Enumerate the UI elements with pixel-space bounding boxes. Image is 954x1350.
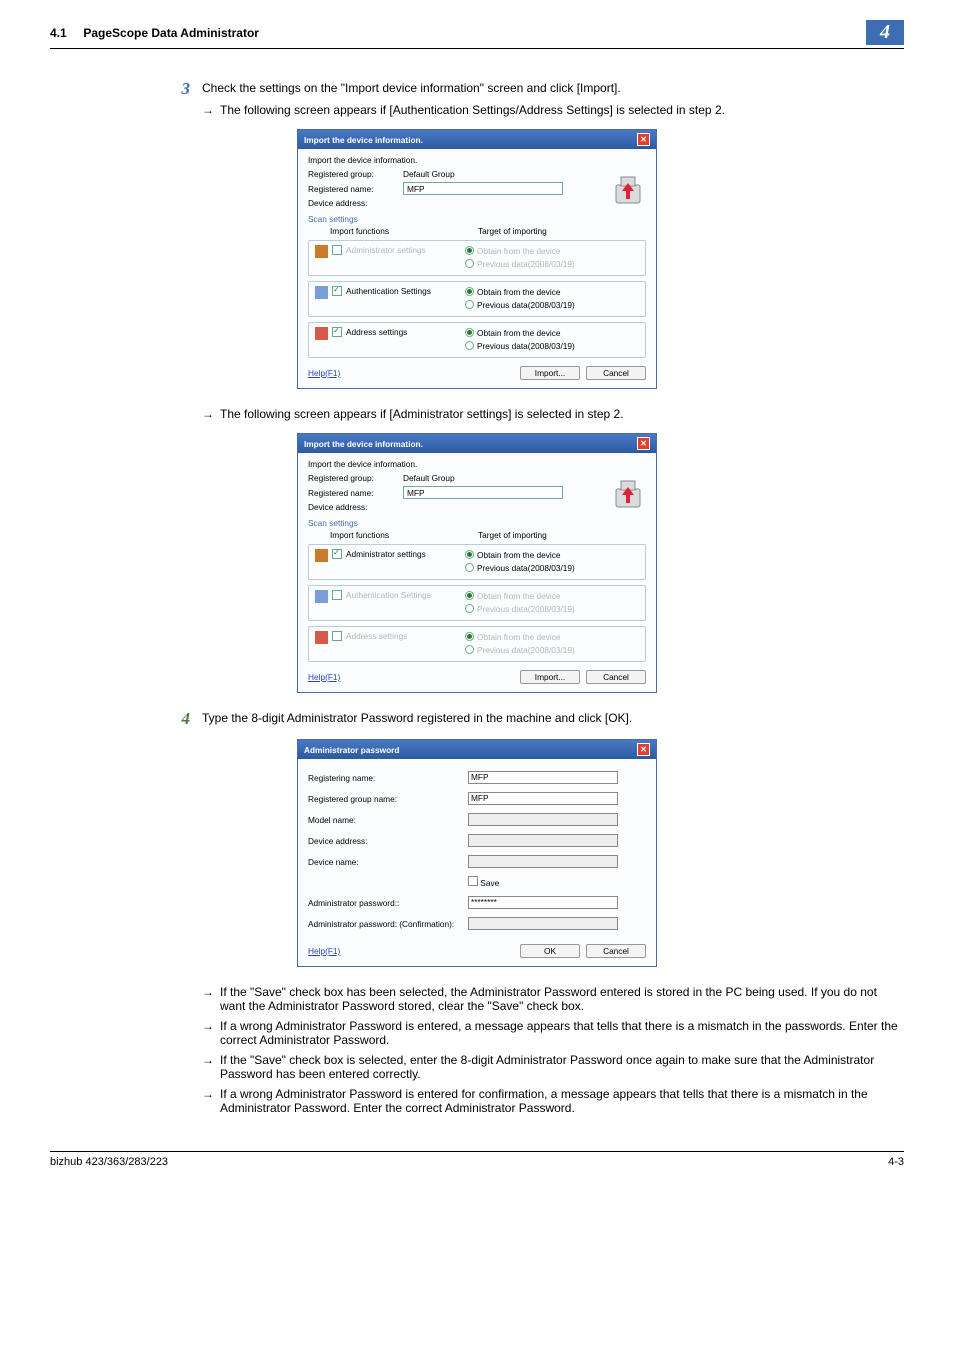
addr-settings-label: Address settings: [346, 327, 407, 337]
cancel-button[interactable]: Cancel: [586, 366, 646, 380]
import-button[interactable]: Import...: [520, 670, 580, 684]
addr-icon: [315, 327, 328, 340]
admin-settings-label: Administrator settings: [346, 245, 426, 255]
help-link[interactable]: Help(F1): [308, 946, 340, 956]
admin-prev-radio[interactable]: [465, 563, 474, 572]
close-icon[interactable]: ✕: [637, 743, 650, 756]
admin-settings-label: Administrator settings: [346, 549, 426, 559]
dialog-title: Import the device information.: [304, 439, 423, 449]
step-4-bullet: →If a wrong Administrator Password is en…: [202, 1087, 904, 1115]
registering-name-label: Registering name:: [308, 773, 468, 783]
step-4-bullet: →If the "Save" check box has been select…: [202, 985, 904, 1013]
addr-prev-radio[interactable]: [465, 341, 474, 350]
printer-icon: [612, 477, 644, 513]
auth-prev-radio[interactable]: [465, 300, 474, 309]
admin-prev-radio: [465, 259, 474, 268]
auth-icon: [315, 286, 328, 299]
section-no: 4.1: [50, 26, 67, 40]
footer-model: bizhub 423/363/283/223: [50, 1156, 168, 1168]
reg-group-value: Default Group: [403, 169, 646, 179]
admin-checkbox: [332, 245, 342, 255]
dialog-subtitle: Import the device information.: [308, 459, 646, 469]
chapter-badge: 4: [866, 20, 904, 45]
footer-page: 4-3: [888, 1156, 904, 1168]
admin-pwd-label: Administrator password::: [308, 898, 468, 908]
admin-pwd-input[interactable]: ********: [468, 896, 618, 909]
import-dialog-admin: Import the device information. ✕ Import …: [297, 433, 657, 693]
registered-group-label: Registered group name:: [308, 794, 468, 804]
arrow-icon: →: [202, 1019, 214, 1033]
dialog-title: Import the device information.: [304, 135, 423, 145]
printer-icon: [612, 173, 644, 209]
save-label: Save: [480, 878, 499, 888]
arrow-icon: →: [202, 985, 214, 999]
addr-checkbox[interactable]: [332, 327, 342, 337]
admin-pwd-confirm-label: Administrator password: (Confirmation):: [308, 919, 468, 929]
reg-name-label: Registered name:: [308, 184, 403, 194]
step-4-bullet: →If a wrong Administrator Password is en…: [202, 1019, 904, 1047]
arrow-icon: →: [202, 407, 214, 421]
help-link[interactable]: Help(F1): [308, 368, 340, 378]
auth-checkbox[interactable]: [332, 286, 342, 296]
cancel-button[interactable]: Cancel: [586, 944, 646, 958]
dialog-subtitle: Import the device information.: [308, 155, 646, 165]
device-name-field: [468, 855, 618, 868]
auth-checkbox: [332, 590, 342, 600]
scan-settings-title: Scan settings: [308, 214, 646, 224]
addr-obtain-radio[interactable]: [465, 328, 474, 337]
device-address-field: [468, 834, 618, 847]
save-checkbox[interactable]: [468, 876, 478, 886]
col-import-functions: Import functions: [330, 226, 478, 236]
addr-checkbox: [332, 631, 342, 641]
auth-obtain-radio[interactable]: [465, 287, 474, 296]
cancel-button[interactable]: Cancel: [586, 670, 646, 684]
auth-settings-label: Authentication Settings: [346, 286, 431, 296]
arrow-icon: →: [202, 103, 214, 117]
model-name-label: Model name:: [308, 815, 468, 825]
section-heading: 4.1 PageScope Data Administrator: [50, 26, 259, 40]
admin-icon: [315, 245, 328, 258]
step-3-number: 3: [172, 79, 202, 123]
admin-icon: [315, 549, 328, 562]
arrow-icon: →: [202, 1087, 214, 1101]
admin-password-dialog: Administrator password ✕ Registering nam…: [297, 739, 657, 967]
admin-pwd-confirm-input[interactable]: [468, 917, 618, 930]
addr-icon: [315, 631, 328, 644]
close-icon[interactable]: ✕: [637, 133, 650, 146]
reg-name-input[interactable]: MFP: [403, 182, 563, 195]
admin-obtain-radio[interactable]: [465, 550, 474, 559]
admin-checkbox[interactable]: [332, 549, 342, 559]
device-name-label: Device name:: [308, 857, 468, 867]
auth-icon: [315, 590, 328, 603]
reg-group-label: Registered group:: [308, 169, 403, 179]
import-dialog-auth-addr: Import the device information. ✕ Import …: [297, 129, 657, 389]
step-3-bullet-1: →The following screen appears if [Authen…: [202, 103, 904, 117]
admin-obtain-radio: [465, 246, 474, 255]
step-4-text: Type the 8-digit Administrator Password …: [202, 711, 904, 725]
device-address-label: Device address:: [308, 836, 468, 846]
registering-name-field: MFP: [468, 771, 618, 784]
step-4-number: 4: [172, 709, 202, 733]
registered-group-field: MFP: [468, 792, 618, 805]
col-target: Target of importing: [478, 226, 547, 236]
ok-button[interactable]: OK: [520, 944, 580, 958]
arrow-icon: →: [202, 1053, 214, 1067]
section-title-text: PageScope Data Administrator: [83, 26, 259, 40]
dialog-title: Administrator password: [304, 745, 399, 755]
step-3-text: Check the settings on the "Import device…: [202, 81, 904, 95]
dev-addr-label: Device address:: [308, 198, 403, 208]
model-name-field: [468, 813, 618, 826]
step-3-bullet-2: →The following screen appears if [Admini…: [202, 407, 904, 421]
reg-name-input[interactable]: MFP: [403, 486, 563, 499]
help-link[interactable]: Help(F1): [308, 672, 340, 682]
import-button[interactable]: Import...: [520, 366, 580, 380]
step-4-bullet: →If the "Save" check box is selected, en…: [202, 1053, 904, 1081]
close-icon[interactable]: ✕: [637, 437, 650, 450]
